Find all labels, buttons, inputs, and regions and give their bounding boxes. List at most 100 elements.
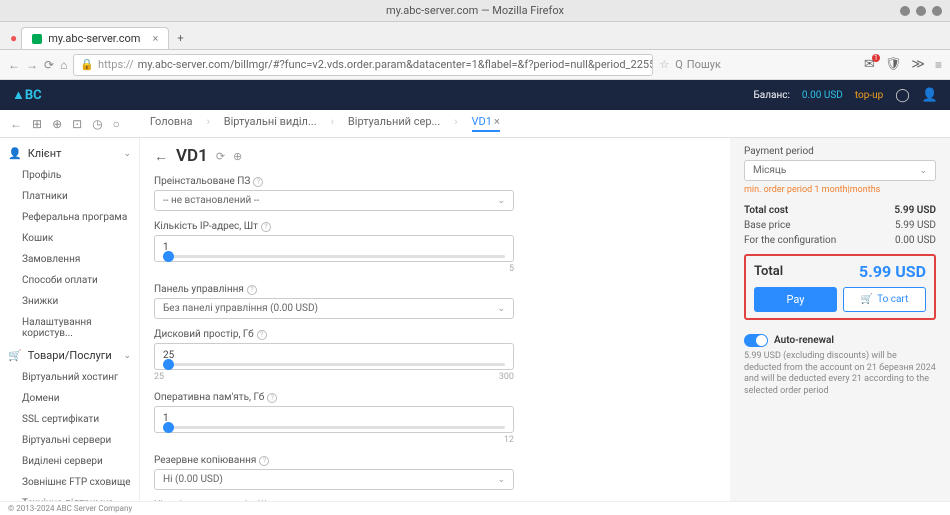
panel-label: Панель управління bbox=[154, 284, 244, 295]
nav-back-icon[interactable]: ← bbox=[8, 58, 20, 72]
backup-select[interactable]: Ні (0.00 USD) ⌄ bbox=[154, 469, 514, 490]
url-bar: ← → ⟳ ⌂ 🔒 https://my.abc-server.com/bill… bbox=[0, 50, 950, 80]
slider-thumb[interactable] bbox=[163, 422, 174, 433]
base-price-value: 5.99 USD bbox=[895, 220, 936, 231]
sidebar-section-client[interactable]: 👤 Клієнт ⌄ bbox=[0, 142, 139, 165]
help-icon[interactable]: ? bbox=[267, 393, 277, 403]
logo[interactable]: ▲BC bbox=[12, 87, 42, 103]
auto-renewal-desc: 5.99 USD (excluding discounts) will be d… bbox=[744, 351, 936, 398]
nav-reload-icon[interactable]: ⟳ bbox=[44, 58, 54, 72]
search-icon: Q bbox=[675, 58, 683, 71]
backup-label: Резервне копіювання bbox=[154, 455, 256, 466]
help-icon[interactable]: ? bbox=[259, 456, 269, 466]
nav-tasks-icon[interactable]: ⊞ bbox=[32, 117, 42, 131]
help-icon[interactable]: ? bbox=[275, 501, 285, 502]
help-icon[interactable]: ? bbox=[261, 222, 271, 232]
sidebar-item-discounts[interactable]: Знижки bbox=[0, 291, 139, 312]
os-titlebar: my.abc-server.com — Mozilla Firefox bbox=[0, 0, 950, 22]
support-icon[interactable]: ◯ bbox=[895, 88, 910, 103]
sidebar-item-referral[interactable]: Реферальна програма bbox=[0, 207, 139, 228]
panel-select[interactable]: Без панелі управління (0.00 USD) ⌄ bbox=[154, 298, 514, 319]
disk-label: Дисковий простір, Гб bbox=[154, 329, 254, 340]
sidebar-item-payment-methods[interactable]: Способи оплати bbox=[0, 270, 139, 291]
help-icon[interactable]: ? bbox=[253, 177, 263, 187]
minimize-icon[interactable] bbox=[900, 6, 910, 16]
window-controls bbox=[900, 6, 942, 16]
slider-thumb[interactable] bbox=[163, 251, 174, 262]
help-icon[interactable]: ? bbox=[247, 285, 257, 295]
total-value: 5.99 USD bbox=[859, 262, 926, 281]
disk-slider[interactable]: 25 bbox=[154, 343, 514, 370]
crumb-home[interactable]: Головна bbox=[150, 115, 193, 132]
sidebar-item-hosting[interactable]: Віртуальний хостинг bbox=[0, 367, 139, 388]
nav-back-small-icon[interactable]: ← bbox=[10, 117, 22, 131]
sidebar-item-dedicated[interactable]: Виділені сервери bbox=[0, 451, 139, 472]
auto-renewal-label: Auto-renewal bbox=[774, 335, 834, 346]
cart-icon: 🛒 bbox=[861, 294, 873, 305]
sidebar-item-settings[interactable]: Налаштування користув... bbox=[0, 312, 139, 344]
auto-renewal-toggle[interactable] bbox=[744, 334, 768, 347]
period-select[interactable]: Місяць ⌄ bbox=[744, 160, 936, 181]
crumb-current[interactable]: VD1× bbox=[472, 115, 500, 132]
nav-home-icon[interactable]: ⌂ bbox=[60, 58, 67, 72]
url-input[interactable]: 🔒 https://my.abc-server.com/billmgr/#?fu… bbox=[73, 54, 653, 76]
user-icon[interactable]: 👤 bbox=[922, 88, 938, 103]
close-icon[interactable] bbox=[932, 6, 942, 16]
nav-search-icon[interactable]: ○ bbox=[113, 117, 120, 131]
bookmark-icon[interactable]: ☆ bbox=[659, 58, 669, 71]
ram-slider[interactable]: 1 bbox=[154, 406, 514, 433]
user-icon: 👤 bbox=[8, 147, 22, 160]
balance-value: 0.00 USD bbox=[802, 90, 843, 101]
crumb-close-icon[interactable]: × bbox=[494, 115, 500, 128]
topup-link[interactable]: top-up bbox=[855, 90, 883, 101]
nav-forward-icon[interactable]: → bbox=[26, 58, 38, 72]
tab-close-icon[interactable]: × bbox=[152, 32, 158, 45]
sidebar-item-payers[interactable]: Платники bbox=[0, 186, 139, 207]
search-box[interactable]: Q Пошук bbox=[675, 58, 721, 71]
maximize-icon[interactable] bbox=[916, 6, 926, 16]
sidebar-item-orders[interactable]: Замовлення bbox=[0, 249, 139, 270]
sidebar-item-vps[interactable]: Віртуальні сервери bbox=[0, 430, 139, 451]
sidebar-item-cart[interactable]: Кошик bbox=[0, 228, 139, 249]
back-arrow-icon[interactable]: ← bbox=[154, 148, 168, 165]
base-price-label: Base price bbox=[744, 220, 791, 231]
sidebar-section-products[interactable]: 🛒 Товари/Послуги ⌄ bbox=[0, 344, 139, 367]
chevron-down-icon: ⌄ bbox=[919, 166, 927, 176]
crumb-vds-list[interactable]: Віртуальні виділ... bbox=[224, 115, 317, 132]
pay-button[interactable]: Pay bbox=[754, 287, 837, 312]
page-title: VD1 bbox=[176, 146, 208, 166]
hamburger-icon[interactable]: ≡ bbox=[935, 58, 942, 72]
firefox-icon: ● bbox=[10, 31, 17, 45]
cpu-label: Кількість процесорів, Шт bbox=[154, 500, 272, 501]
sidebar-item-ftp[interactable]: Зовнішнє FTP сховище bbox=[0, 472, 139, 493]
total-box: Total 5.99 USD Pay 🛒To cart bbox=[744, 254, 936, 320]
sidebar-item-profile[interactable]: Профіль bbox=[0, 165, 139, 186]
more-icon[interactable]: ≫ bbox=[911, 57, 925, 72]
chevron-down-icon: ⌄ bbox=[497, 196, 505, 206]
crumb-vds[interactable]: Віртуальний сер... bbox=[348, 115, 440, 132]
min-order-note: min. order period 1 month|months bbox=[744, 185, 936, 195]
copyright: © 2013-2024 ABC Server Company bbox=[8, 504, 132, 513]
sidebar-item-domains[interactable]: Домени bbox=[0, 388, 139, 409]
ip-slider[interactable]: 1 bbox=[154, 235, 514, 262]
to-cart-button[interactable]: 🛒To cart bbox=[843, 287, 926, 312]
slider-thumb[interactable] bbox=[163, 359, 174, 370]
refresh-icon[interactable]: ⟳ bbox=[216, 150, 225, 163]
nav-clock-icon[interactable]: ◷ bbox=[92, 117, 102, 131]
help-icon[interactable]: ? bbox=[257, 330, 267, 340]
browser-tab[interactable]: my.abc-server.com × bbox=[21, 27, 169, 49]
new-tab-button[interactable]: + bbox=[169, 28, 191, 49]
summary-panel: Payment period Місяць ⌄ min. order perio… bbox=[730, 138, 950, 501]
total-cost-value: 5.99 USD bbox=[894, 205, 936, 216]
nav-box-icon[interactable]: ⊡ bbox=[72, 117, 82, 131]
tab-title: my.abc-server.com bbox=[48, 32, 140, 45]
globe-icon[interactable]: ⊕ bbox=[233, 150, 242, 163]
sidebar-item-ssl[interactable]: SSL сертифікати bbox=[0, 409, 139, 430]
sidebar-item-support[interactable]: Технічна підтримка bbox=[0, 493, 139, 501]
extension-icon[interactable]: 🛡 bbox=[885, 57, 902, 72]
chevron-down-icon: ⌄ bbox=[123, 149, 131, 159]
nav-cart-icon[interactable]: ⊕ bbox=[52, 117, 62, 131]
mail-icon[interactable]: ✉1 bbox=[864, 57, 875, 72]
preinstalled-select[interactable]: -- не встановлений -- ⌄ bbox=[154, 190, 514, 211]
sidebar: 👤 Клієнт ⌄ Профіль Платники Реферальна п… bbox=[0, 138, 140, 501]
